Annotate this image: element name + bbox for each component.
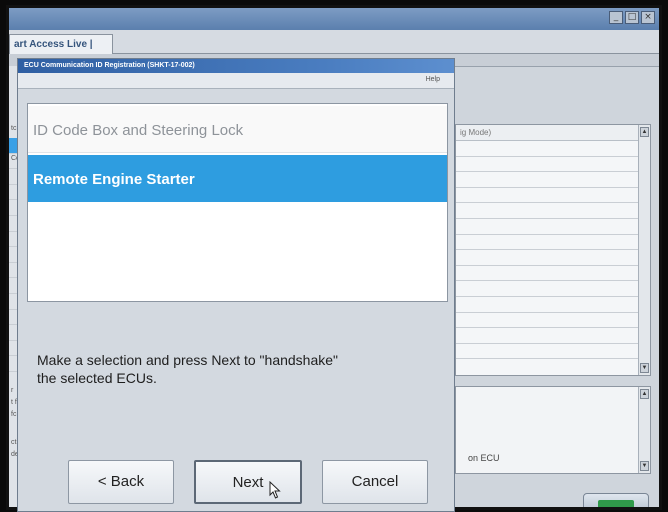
instruction-line-2: the selected ECUs. (37, 370, 157, 386)
list-row[interactable] (456, 266, 650, 282)
list-row[interactable] (456, 313, 650, 329)
next-button[interactable]: Next (194, 460, 302, 504)
list-row[interactable] (456, 141, 650, 157)
list-row[interactable] (456, 281, 650, 297)
close-button[interactable]: × (641, 11, 655, 24)
list-row[interactable] (456, 344, 650, 360)
list-row[interactable] (456, 188, 650, 204)
list-row[interactable] (456, 157, 650, 173)
background-tab-bar: art Access Live | (9, 30, 659, 54)
scroll-down-icon[interactable]: ▼ (640, 461, 649, 471)
note-scrollbar[interactable]: ▲ ▼ (638, 387, 650, 473)
minimize-button[interactable]: _ (609, 11, 623, 24)
list-row[interactable] (456, 235, 650, 251)
tab-smart-access-live[interactable]: art Access Live | (9, 34, 113, 54)
dialog-title: ECU Communication ID Registration (SHKT-… (18, 59, 454, 73)
list-row[interactable] (456, 328, 650, 344)
left-column-text-1: tc (11, 125, 17, 132)
note-text: on ECU (468, 453, 500, 463)
scroll-down-icon[interactable]: ▼ (640, 363, 649, 373)
list-row[interactable] (456, 172, 650, 188)
list-row[interactable] (456, 219, 650, 235)
dialog-menu-bar: Help (18, 73, 454, 89)
left-lower-text-1: r (11, 387, 14, 394)
scroll-up-icon[interactable]: ▲ (640, 389, 649, 399)
instruction-text: Make a selection and press Next to "hand… (37, 351, 437, 387)
cancel-button[interactable]: Cancel (322, 460, 428, 504)
help-menu[interactable]: Help (426, 76, 440, 83)
background-note-box: on ECU ▲ ▼ (455, 386, 651, 474)
background-action-button[interactable] (583, 493, 649, 507)
background-title-bar: _ □ × (9, 8, 659, 30)
background-data-list[interactable]: ig Mode) ▲ ▼ (455, 124, 651, 376)
ecu-item-remote-engine-starter[interactable]: Remote Engine Starter (28, 155, 447, 202)
list-row[interactable] (456, 297, 650, 313)
maximize-button[interactable]: □ (625, 11, 639, 24)
window-controls: _ □ × (609, 11, 655, 24)
ecu-item-id-code-box[interactable]: ID Code Box and Steering Lock (28, 106, 447, 153)
mouse-cursor-icon (269, 481, 281, 499)
left-lower-text-3: fc (11, 411, 17, 418)
list-scrollbar[interactable]: ▲ ▼ (638, 125, 650, 375)
instruction-line-1: Make a selection and press Next to "hand… (37, 352, 338, 368)
scroll-up-icon[interactable]: ▲ (640, 127, 649, 137)
list-column-header: ig Mode) (456, 125, 650, 141)
ecu-selection-list[interactable]: ID Code Box and Steering Lock Remote Eng… (27, 103, 448, 302)
back-button[interactable]: < Back (68, 460, 174, 504)
list-row[interactable] (456, 203, 650, 219)
list-row[interactable] (456, 250, 650, 266)
ecu-registration-dialog: ECU Communication ID Registration (SHKT-… (17, 58, 455, 512)
